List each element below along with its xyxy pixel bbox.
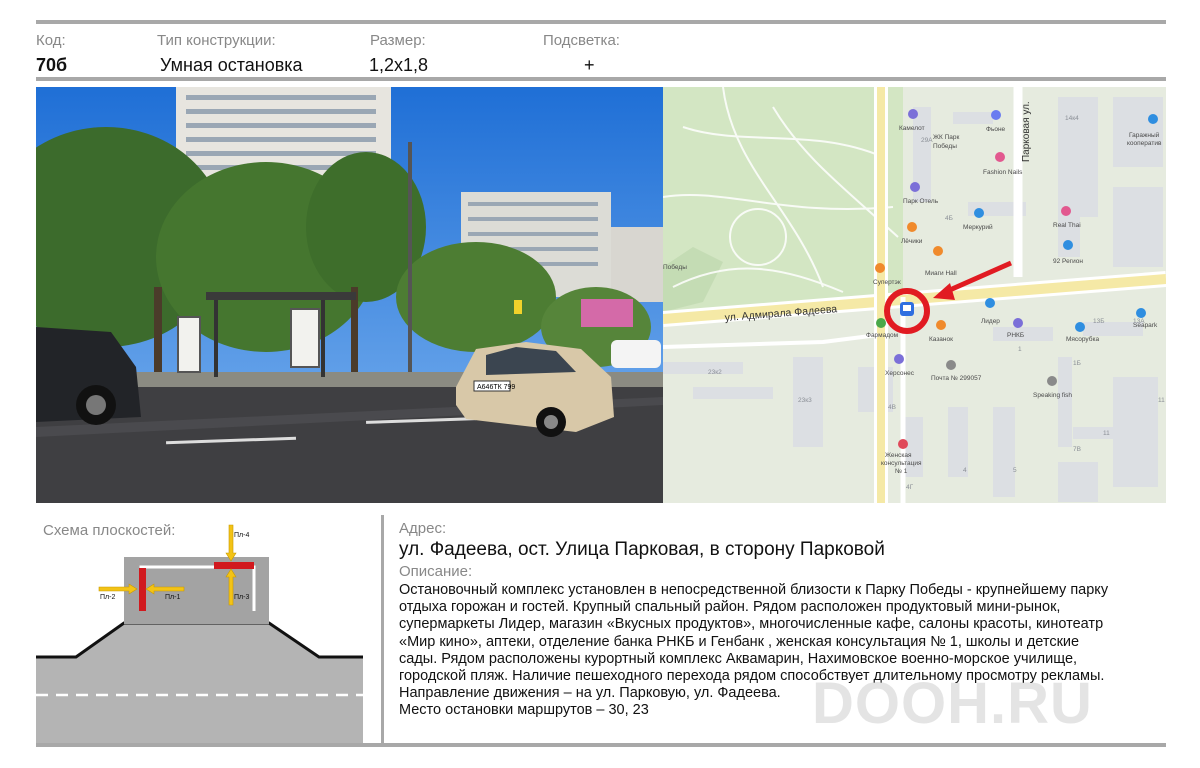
map-poi-pin-icon	[995, 152, 1005, 162]
map-poi-pin-icon	[908, 109, 918, 119]
map-house: 1Б	[1073, 360, 1081, 367]
map-poi-otel: Парк Отель	[903, 198, 939, 205]
type-value: Умная остановка	[160, 55, 303, 75]
map-poi-pin-icon	[933, 246, 943, 256]
scheme-pl2-label: Пл-2	[100, 594, 115, 601]
street-photo-illustration: А646ТК 799	[36, 87, 663, 503]
description-line: Остановочный комплекс установлен в непос…	[399, 582, 1109, 598]
map-house: 5	[1013, 467, 1017, 474]
map-poi-pin-icon	[991, 110, 1001, 120]
map-poi-zhenskaya-2: консультация	[881, 460, 922, 467]
map-poi-mesorubka: Мясорубка	[1066, 335, 1099, 343]
map-house: 1	[1018, 346, 1022, 353]
map-house: 13Б	[1093, 318, 1105, 325]
map-poi-pin-icon	[898, 439, 908, 449]
location-map: ул. Адмирала Фадеева Парковая ул. Камело…	[663, 87, 1166, 503]
map-poi-region92: 92 Регион	[1053, 258, 1083, 265]
description-line: супермаркеты Лидер, магазин «Вкусных про…	[399, 616, 1104, 633]
map-poi-pin-icon	[1061, 206, 1071, 216]
map-house: 13А	[1133, 318, 1145, 325]
map-poi-pin-icon	[985, 298, 995, 308]
location-photo: А646ТК 799	[36, 87, 663, 503]
map-house: 29А	[921, 137, 933, 144]
map-house: 7В	[1073, 446, 1081, 453]
license-plate: А646ТК 799	[477, 384, 515, 391]
map-poi-pin-icon	[1136, 308, 1146, 318]
map-poi-pin-icon	[1047, 376, 1057, 386]
map-poi-farmadom: Фармадом	[866, 332, 899, 339]
section-divider	[381, 515, 384, 743]
map-house: 4Г	[906, 484, 914, 491]
map-poi-pin-icon	[1148, 114, 1158, 124]
size-label: Размер:	[370, 32, 426, 49]
map-poi-obedy: Победы	[663, 263, 687, 271]
map-poi-supertek: Супертэк	[873, 279, 901, 286]
map-poi-pin-icon	[1075, 322, 1085, 332]
map-poi-pin-icon	[936, 320, 946, 330]
description-label: Описание:	[399, 563, 473, 580]
bottom-rule	[36, 743, 1166, 747]
map-poi-jk-park: ЖК Парк	[933, 134, 959, 141]
map-street-parkovaya: Парковая ул.	[1021, 101, 1032, 162]
description-line: «Мир кино», аптеки, отделение банка РНКБ…	[399, 633, 1080, 650]
description-line: отдыха горожан и гостей. Крупный спальны…	[399, 599, 1061, 616]
type-label: Тип конструкции:	[157, 32, 276, 49]
map-house: 4В	[888, 404, 896, 411]
scheme-diagram: Пл-2 Пл-1 Пл-4 Пл-3	[36, 524, 363, 743]
map-house: 23к2	[708, 369, 722, 376]
header-rule	[36, 77, 1166, 81]
map-poi-thai: Real Thai	[1053, 222, 1081, 229]
description-line: сады. Рядом расположены курортный компле…	[399, 650, 1078, 667]
map-poi-fyone: Фьоне	[986, 126, 1006, 133]
map-house: 4Б	[945, 215, 953, 222]
map-poi-zhenskaya-3: № 1	[895, 468, 908, 475]
watermark-logo: DOOH.RU	[812, 671, 1093, 736]
map-house: 14к4	[1065, 115, 1079, 122]
map-poi-fashion: Fashion Nails	[983, 169, 1023, 176]
map-poi-speaking: Speaking fish	[1033, 392, 1072, 399]
code-label: Код:	[36, 32, 66, 49]
map-poi-pin-icon	[894, 354, 904, 364]
map-house: 4	[963, 467, 967, 474]
map-poi-pin-icon	[876, 318, 886, 328]
code-value: 70б	[36, 55, 68, 75]
light-value: +	[584, 55, 595, 75]
scheme-pl3-label: Пл-3	[234, 594, 249, 601]
map-house: 11	[1158, 397, 1165, 404]
map-poi-kamelot: Камелот	[899, 125, 925, 132]
map-poi-pin-icon	[875, 263, 885, 273]
map-poi-lechik: Лёчики	[901, 238, 923, 245]
top-rule	[36, 20, 1166, 24]
map-poi-garazh-1: Гаражный	[1129, 131, 1160, 139]
map-poi-pin-icon	[946, 360, 956, 370]
map-poi-zhenskaya-1: Женская	[885, 452, 912, 459]
map-poi-rnkb: РНКБ	[1007, 332, 1024, 339]
map-house: 23к3	[798, 397, 812, 404]
map-poi-pin-icon	[974, 208, 984, 218]
map-poi-jk-park-2: Победы	[933, 142, 957, 150]
map-poi-merkurij: Меркурий	[963, 223, 993, 231]
map-house: 11	[1103, 430, 1110, 437]
map-poi-pin-icon	[1063, 240, 1073, 250]
map-poi-garazh-2: кооператив	[1127, 140, 1162, 147]
scheme-pl1-label: Пл-1	[165, 594, 180, 601]
map-poi-miagi: Миаги Hall	[925, 270, 957, 277]
map-illustration: ул. Адмирала Фадеева Парковая ул. Камело…	[663, 87, 1166, 503]
map-poi-pin-icon	[910, 182, 920, 192]
map-poi-pochta: Почта № 299057	[931, 375, 982, 382]
light-label: Подсветка:	[543, 32, 620, 49]
size-value: 1,2x1,8	[369, 55, 429, 75]
scheme-pl4-label: Пл-4	[234, 532, 249, 539]
map-poi-herson: Херсонес	[885, 370, 915, 377]
address-value: ул. Фадеева, ост. Улица Парковая, в стор…	[399, 539, 885, 560]
map-poi-pin-icon	[1013, 318, 1023, 328]
planes-scheme: Схема плоскостей: Пл-2 Пл-1 Пл-4 Пл-3	[36, 515, 363, 743]
map-poi-lider: Лидер	[981, 318, 1000, 325]
map-poi-pin-icon	[907, 222, 917, 232]
map-poi-kazanok: Казанок	[929, 336, 953, 343]
address-label: Адрес:	[399, 520, 447, 537]
